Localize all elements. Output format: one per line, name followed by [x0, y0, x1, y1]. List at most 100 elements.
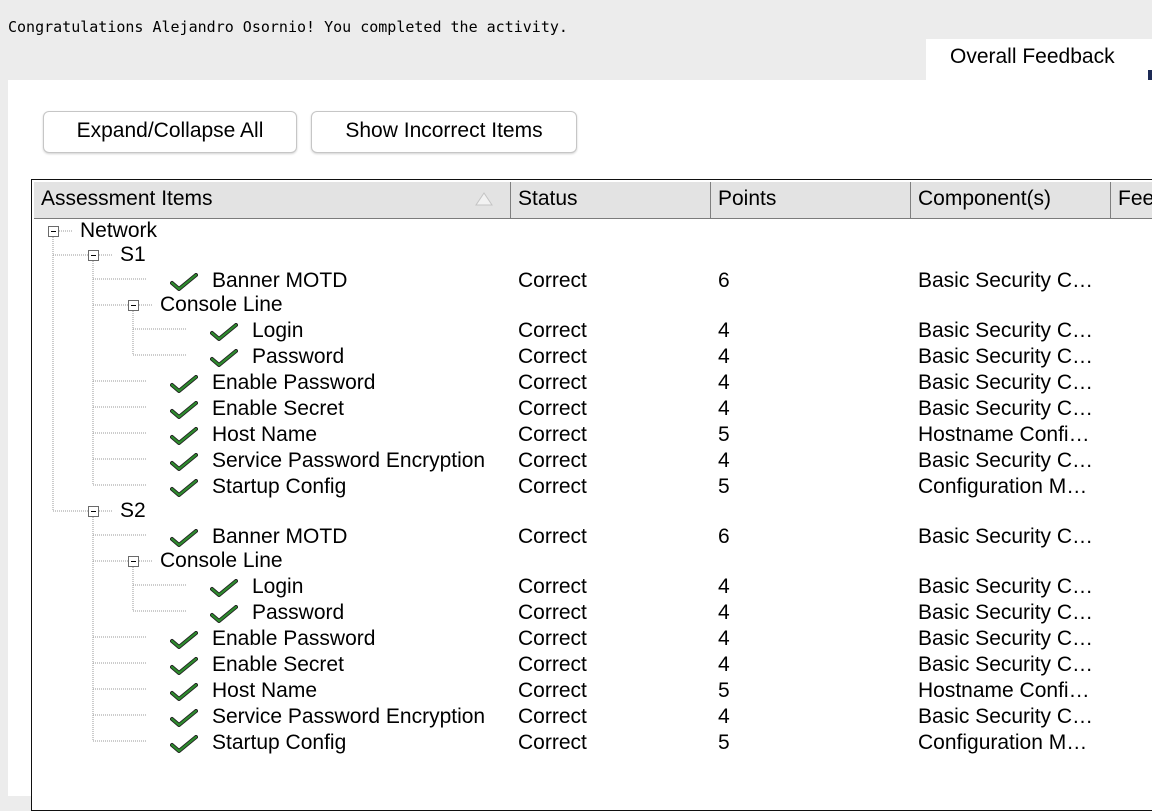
component-cell: Hostname Confi… — [918, 679, 1090, 702]
table-row[interactable]: Service Password Encryption Correct 4 Basic… — [32, 704, 1152, 730]
tab-overall-feedback[interactable]: Overall Feedback — [926, 39, 1152, 80]
points-cell: 5 — [718, 731, 730, 754]
status-cell: Correct — [518, 653, 587, 676]
status-cell: Correct — [518, 679, 587, 702]
table-row[interactable]: Host Name Correct 5 Hostname Confi… — [32, 678, 1152, 704]
green-check-icon — [210, 349, 238, 367]
column-header-points[interactable]: Points — [711, 182, 911, 218]
tree-group-label: Network — [80, 219, 158, 242]
table-row[interactable]: Enable Secret Correct 4 Basic Security C… — [32, 652, 1152, 678]
points-cell: 6 — [718, 525, 730, 548]
points-cell: 4 — [718, 705, 730, 728]
tree-group-label: Console Line — [160, 293, 283, 316]
column-header-components[interactable]: Component(s) — [911, 182, 1111, 218]
component-cell: Basic Security C… — [918, 627, 1094, 650]
component-cell: Basic Security C… — [918, 371, 1094, 394]
table-row[interactable]: Host Name Correct 5 Hostname Confi… — [32, 422, 1152, 448]
component-cell: Basic Security C… — [918, 319, 1094, 342]
status-cell: Correct — [518, 475, 587, 498]
status-cell: Correct — [518, 319, 587, 342]
assessment-item-label: Startup Config — [212, 475, 347, 498]
assessment-item-label: Banner MOTD — [212, 525, 348, 548]
collapse-minus-icon[interactable] — [88, 250, 99, 261]
points-cell: 6 — [718, 269, 730, 292]
collapse-minus-icon[interactable] — [128, 556, 139, 567]
table-row[interactable]: Enable Password Correct 4 Basic Security C… — [32, 370, 1152, 396]
green-check-icon — [170, 427, 198, 445]
table-row[interactable]: Enable Secret Correct 4 Basic Security C… — [32, 396, 1152, 422]
status-cell: Correct — [518, 449, 587, 472]
component-cell: Basic Security C… — [918, 575, 1094, 598]
component-cell: Basic Security C… — [918, 525, 1094, 548]
table-row[interactable]: Password Correct 4 Basic Security C… — [32, 344, 1152, 370]
assessment-item-label: Login — [252, 319, 304, 342]
points-cell: 5 — [718, 423, 730, 446]
table-row[interactable]: Service Password Encryption Correct 4 Basic… — [32, 448, 1152, 474]
green-check-icon — [170, 401, 198, 419]
green-check-icon — [170, 273, 198, 291]
column-header-feedback[interactable]: Fee — [1111, 182, 1152, 218]
component-cell: Basic Security C… — [918, 601, 1094, 624]
tree-group-row[interactable]: Console Line — [32, 294, 1152, 320]
assessment-item-label: Enable Secret — [212, 653, 344, 676]
table-row[interactable]: Banner MOTD Correct 6 Basic Security C… — [32, 524, 1152, 550]
green-check-icon — [170, 735, 198, 753]
status-cell: Correct — [518, 601, 587, 624]
points-cell: 4 — [718, 319, 730, 342]
assessment-item-label: Host Name — [212, 679, 318, 702]
green-check-icon — [170, 657, 198, 675]
component-cell: Basic Security C… — [918, 345, 1094, 368]
green-check-icon — [170, 453, 198, 471]
tree-group-label: S1 — [120, 243, 146, 266]
assessment-item-label: Service Password Encryption — [212, 705, 486, 728]
status-cell: Correct — [518, 423, 587, 446]
status-cell: Correct — [518, 269, 587, 292]
status-cell: Correct — [518, 575, 587, 598]
expand-collapse-all-button[interactable]: Expand/Collapse All — [43, 111, 297, 153]
status-cell: Correct — [518, 371, 587, 394]
tree-group-label: Console Line — [160, 549, 283, 572]
collapse-minus-icon[interactable] — [48, 226, 59, 237]
component-cell: Basic Security C… — [918, 705, 1094, 728]
assessment-item-label: Password — [252, 601, 345, 624]
table-row[interactable]: Login Correct 4 Basic Security C… — [32, 318, 1152, 344]
table-row[interactable]: Enable Password Correct 4 Basic Security C… — [32, 626, 1152, 652]
status-cell: Correct — [518, 627, 587, 650]
component-cell: Basic Security C… — [918, 397, 1094, 420]
table-row[interactable]: Startup Config Correct 5 Configuration M… — [32, 474, 1152, 500]
status-cell: Correct — [518, 397, 587, 420]
green-check-icon — [170, 683, 198, 701]
assessment-item-label: Startup Config — [212, 731, 347, 754]
status-cell: Correct — [518, 345, 587, 368]
green-check-icon — [210, 579, 238, 597]
green-check-icon — [170, 479, 198, 497]
tree-group-row[interactable]: S2 — [32, 500, 1152, 526]
tree-group-row[interactable]: S1 — [32, 244, 1152, 270]
points-cell: 4 — [718, 627, 730, 650]
table-row[interactable]: Startup Config Correct 5 Configuration M… — [32, 730, 1152, 756]
assessment-table: Assessment Items Status Points Component… — [31, 179, 1152, 811]
assessment-item-label: Password — [252, 345, 345, 368]
green-check-icon — [210, 605, 238, 623]
tree-group-row[interactable]: Network — [32, 220, 1152, 246]
table-row[interactable]: Banner MOTD Correct 6 Basic Security C… — [32, 268, 1152, 294]
table-row[interactable]: Login Correct 4 Basic Security C… — [32, 574, 1152, 600]
points-cell: 4 — [718, 449, 730, 472]
component-cell: Configuration M… — [918, 475, 1088, 498]
collapse-minus-icon[interactable] — [128, 300, 139, 311]
points-cell: 4 — [718, 653, 730, 676]
assessment-item-label: Host Name — [212, 423, 318, 446]
table-row[interactable]: Password Correct 4 Basic Security C… — [32, 600, 1152, 626]
status-cell: Correct — [518, 525, 587, 548]
assessment-item-label: Enable Secret — [212, 397, 344, 420]
tree-group-row[interactable]: Console Line — [32, 550, 1152, 576]
green-check-icon — [210, 323, 238, 341]
collapse-minus-icon[interactable] — [88, 506, 99, 517]
green-check-icon — [170, 631, 198, 649]
tree-group-label: S2 — [120, 499, 146, 522]
component-cell: Configuration M… — [918, 731, 1088, 754]
show-incorrect-items-button[interactable]: Show Incorrect Items — [311, 111, 577, 153]
component-cell: Basic Security C… — [918, 653, 1094, 676]
points-cell: 4 — [718, 601, 730, 624]
assessment-item-label: Enable Password — [212, 371, 376, 394]
